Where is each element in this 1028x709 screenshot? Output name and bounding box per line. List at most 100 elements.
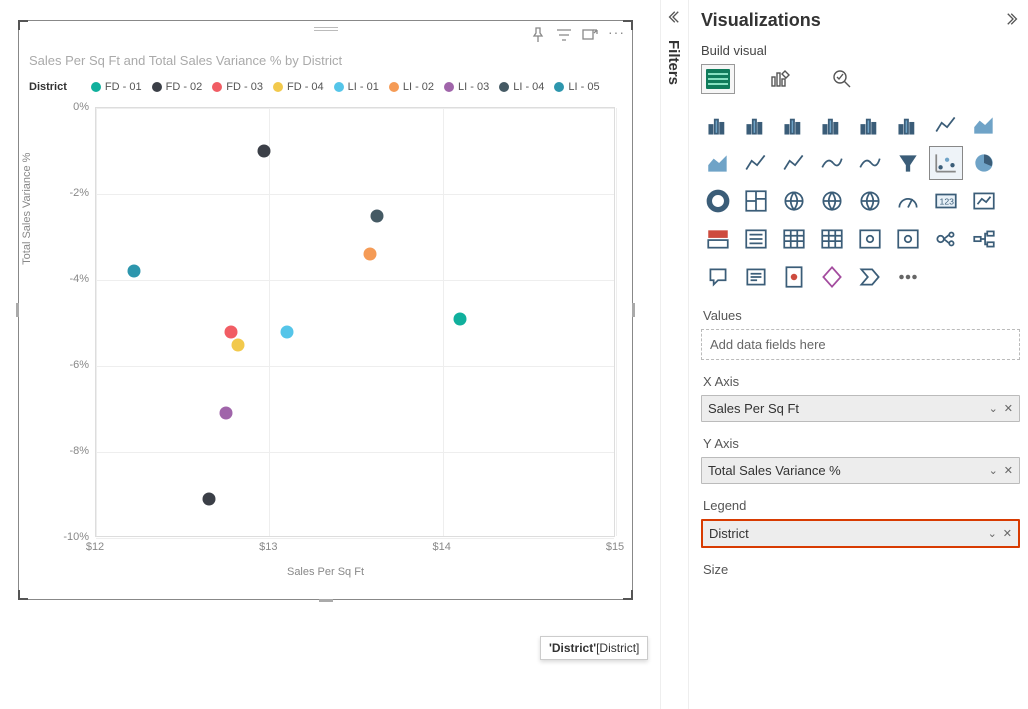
viz-type-ribbon[interactable] (815, 146, 849, 180)
legend-item[interactable]: LI - 02 (389, 81, 434, 93)
viz-type-gauge[interactable] (891, 184, 925, 218)
yaxis-field-name: Total Sales Variance % (708, 463, 841, 478)
remove-field-icon[interactable]: ✕ (1004, 464, 1013, 477)
data-point[interactable] (225, 325, 238, 338)
data-point[interactable] (280, 325, 293, 338)
filters-pane-collapsed[interactable]: Filters (660, 0, 688, 709)
viz-type-decomposition-tree[interactable] (967, 222, 1001, 256)
legend-item[interactable]: LI - 01 (334, 81, 379, 93)
report-canvas: ··· Sales Per Sq Ft and Total Sales Vari… (0, 0, 660, 709)
legend-item[interactable]: LI - 05 (554, 81, 599, 93)
viz-type-waterfall[interactable] (853, 146, 887, 180)
viz-type-clustered-bar[interactable] (739, 108, 773, 142)
data-point[interactable] (232, 338, 245, 351)
legend-item[interactable]: FD - 04 (273, 81, 324, 93)
viz-type-slicer[interactable] (739, 222, 773, 256)
chart-title: Sales Per Sq Ft and Total Sales Variance… (29, 53, 342, 68)
viz-type-azure-map[interactable] (853, 184, 887, 218)
viz-type-card[interactable]: 123 (929, 184, 963, 218)
viz-type-qna[interactable] (701, 260, 735, 294)
analytics-tab[interactable] (825, 64, 859, 94)
data-point[interactable] (370, 209, 383, 222)
viz-type-powerapps[interactable] (815, 260, 849, 294)
viz-type-stacked-column[interactable] (777, 108, 811, 142)
viz-type-multi-row[interactable] (701, 222, 735, 256)
legend-swatch (334, 82, 344, 92)
viz-type-scatter[interactable] (929, 146, 963, 180)
viz-type-python-visual[interactable] (891, 222, 925, 256)
legend-item-label: LI - 03 (458, 81, 489, 93)
legend-item[interactable]: FD - 03 (212, 81, 263, 93)
filter-icon[interactable] (556, 27, 572, 43)
viz-type-table[interactable] (777, 222, 811, 256)
viz-type-pie[interactable] (967, 146, 1001, 180)
legend-title: District (29, 81, 67, 93)
yaxis-label: Y Axis (701, 436, 1020, 451)
viz-type-r-visual[interactable] (853, 222, 887, 256)
viz-type-line[interactable] (929, 108, 963, 142)
viz-type-key-influencers[interactable] (929, 222, 963, 256)
more-options-icon[interactable]: ··· (608, 27, 624, 43)
data-point[interactable] (454, 312, 467, 325)
expand-filters-icon[interactable] (666, 10, 680, 27)
legend-swatch (152, 82, 162, 92)
viz-type-donut[interactable] (701, 184, 735, 218)
data-point[interactable] (220, 407, 233, 420)
pin-icon[interactable] (530, 27, 546, 43)
viz-type-narrative[interactable] (739, 260, 773, 294)
viz-type-line-stacked[interactable] (777, 146, 811, 180)
viz-type-map[interactable] (777, 184, 811, 218)
chevron-down-icon[interactable]: ⌄ (989, 464, 998, 477)
remove-field-icon[interactable]: ✕ (1004, 402, 1013, 415)
focus-mode-icon[interactable] (582, 27, 598, 43)
viz-type-treemap[interactable] (739, 184, 773, 218)
viz-type-matrix[interactable] (815, 222, 849, 256)
legend-field-pill[interactable]: District ⌄ ✕ (701, 519, 1020, 548)
visual-container[interactable]: ··· Sales Per Sq Ft and Total Sales Vari… (18, 20, 633, 600)
viz-type-paginated[interactable] (777, 260, 811, 294)
viz-type-more[interactable] (891, 260, 925, 294)
viz-type-line-clustered[interactable] (739, 146, 773, 180)
viz-type-stacked-area[interactable] (701, 146, 735, 180)
build-visual-tab[interactable] (701, 64, 735, 94)
remove-field-icon[interactable]: ✕ (1003, 527, 1012, 540)
legend-swatch (273, 82, 283, 92)
legend-item[interactable]: LI - 04 (499, 81, 544, 93)
legend-item-label: LI - 02 (403, 81, 434, 93)
viz-type-filled-map[interactable] (815, 184, 849, 218)
yaxis-field-pill[interactable]: Total Sales Variance % ⌄ ✕ (701, 457, 1020, 484)
y-tick: -4% (69, 273, 89, 285)
legend-field-name: District (709, 526, 749, 541)
legend-item-label: LI - 01 (348, 81, 379, 93)
viz-type-stacked-bar-100[interactable] (853, 108, 887, 142)
viz-type-area[interactable] (967, 108, 1001, 142)
data-point[interactable] (258, 145, 271, 158)
legend-item-label: FD - 04 (287, 81, 324, 93)
chevron-down-icon[interactable]: ⌄ (988, 527, 997, 540)
viz-type-clustered-column-100[interactable] (891, 108, 925, 142)
viz-type-kpi[interactable] (967, 184, 1001, 218)
y-tick: -6% (69, 359, 89, 371)
viz-type-powerautomate[interactable] (853, 260, 887, 294)
chevron-down-icon[interactable]: ⌄ (989, 402, 998, 415)
visualizations-title: Visualizations (701, 10, 821, 31)
legend-item[interactable]: FD - 02 (152, 81, 203, 93)
format-visual-tab[interactable] (763, 64, 797, 94)
visual-drag-handle[interactable] (314, 25, 338, 33)
viz-type-stacked-bar[interactable] (701, 108, 735, 142)
legend-swatch (444, 82, 454, 92)
legend-item[interactable]: FD - 01 (91, 81, 142, 93)
data-point[interactable] (202, 493, 215, 506)
values-field-well[interactable]: Add data fields here (701, 329, 1020, 360)
legend-item-label: LI - 05 (568, 81, 599, 93)
drag-field-tooltip: 'District'[District] (540, 636, 648, 660)
values-label: Values (701, 308, 1020, 323)
data-point[interactable] (128, 265, 141, 278)
viz-type-clustered-column[interactable] (815, 108, 849, 142)
data-point[interactable] (363, 248, 376, 261)
viz-type-funnel[interactable] (891, 146, 925, 180)
legend-item[interactable]: LI - 03 (444, 81, 489, 93)
y-tick: -2% (69, 187, 89, 199)
xaxis-field-pill[interactable]: Sales Per Sq Ft ⌄✕ (701, 395, 1020, 422)
expand-pane-icon[interactable] (1006, 12, 1020, 29)
